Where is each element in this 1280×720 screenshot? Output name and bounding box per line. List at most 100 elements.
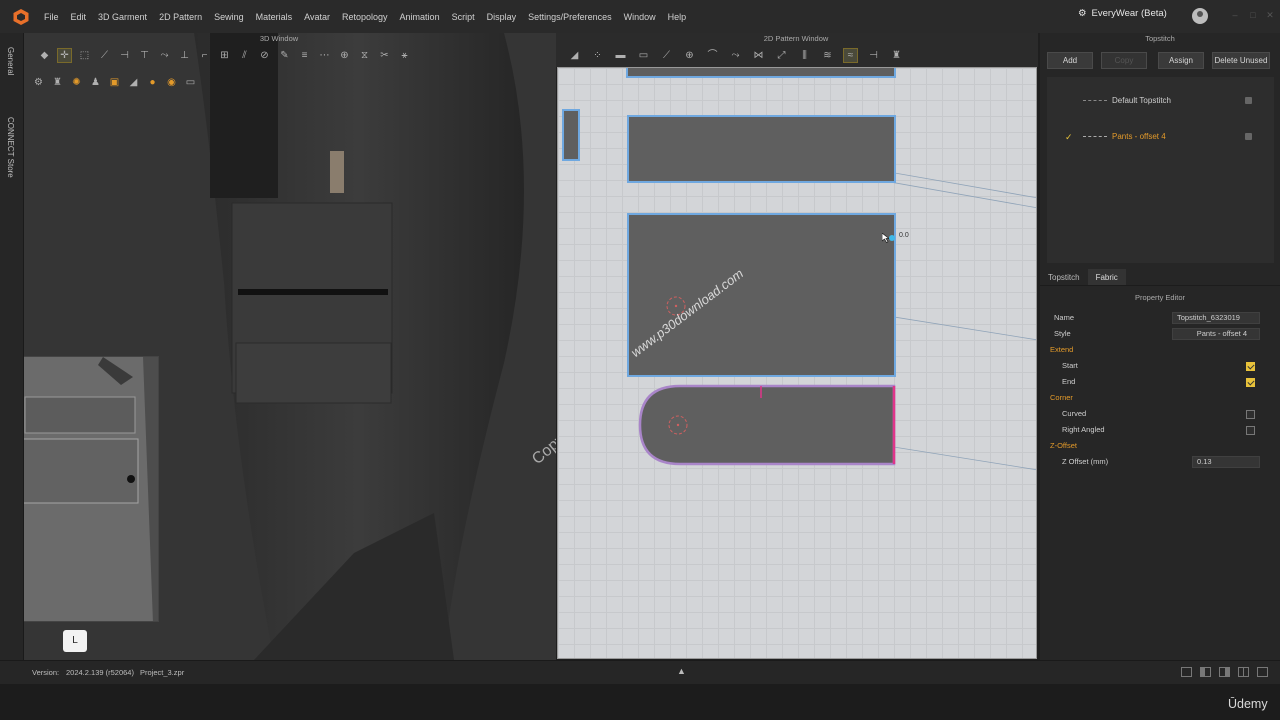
scissor-tool-icon[interactable]: ✂ (378, 49, 391, 62)
menu-item-retopology[interactable]: Retopology (336, 12, 394, 22)
lock-icon[interactable] (1245, 97, 1252, 104)
2d-pattern-canvas[interactable]: www.p30download.com 0.0 (557, 67, 1037, 659)
copy-button[interactable]: Copy (1101, 52, 1147, 69)
seam-tool-icon[interactable]: ⊘ (258, 49, 271, 62)
curved-checkbox[interactable] (1246, 410, 1255, 419)
select-tool-icon[interactable]: ◆ (38, 49, 51, 62)
topstitch-tool-icon[interactable]: ⋯ (318, 49, 331, 62)
tack-tool-icon[interactable]: ⊤ (138, 49, 151, 62)
tab-fabric[interactable]: Fabric (1087, 269, 1126, 285)
layout-custom-icon[interactable] (1257, 667, 1268, 677)
minimize-icon[interactable]: – (1230, 10, 1240, 20)
pin-tool-icon[interactable]: ⊣ (118, 49, 131, 62)
garment-2d-icon[interactable]: ♜ (890, 49, 903, 62)
segment-sewing-icon[interactable]: ⋈ (752, 49, 765, 62)
layout-split-right-icon[interactable] (1219, 667, 1230, 677)
lock-icon[interactable] (1245, 133, 1252, 140)
right-angled-checkbox[interactable] (1246, 426, 1255, 435)
menu-item-avatar[interactable]: Avatar (298, 12, 336, 22)
menu-item-file[interactable]: File (38, 12, 65, 22)
menu-item-settings-preferences[interactable]: Settings/Preferences (522, 12, 618, 22)
segment-topstitch-icon[interactable]: ≈ (843, 48, 858, 63)
light-icon[interactable]: ● (146, 76, 159, 89)
menu-item-2d-pattern[interactable]: 2D Pattern (153, 12, 208, 22)
snapshot-icon[interactable]: ▭ (184, 76, 197, 89)
name-field[interactable]: Topstitch_6323019 (1172, 312, 1260, 324)
garment-icon[interactable]: ♜ (51, 76, 64, 89)
pattern-piece-small[interactable] (562, 109, 580, 161)
edit-point-icon[interactable]: ⁘ (591, 49, 604, 62)
clo-logo-icon[interactable] (12, 8, 30, 26)
menu-item-script[interactable]: Script (446, 12, 481, 22)
add-button[interactable]: Add (1047, 52, 1093, 69)
arrange-tool-icon[interactable]: ⤳ (158, 49, 171, 62)
maximize-icon[interactable]: □ (1248, 10, 1258, 20)
list-item[interactable]: Default Topstitch (1047, 94, 1274, 108)
grid-tool-icon[interactable]: ⊞ (218, 49, 231, 62)
pick-tool-icon[interactable]: ⚹ (398, 49, 411, 62)
pattern-piece-rounded[interactable] (638, 384, 898, 468)
polygon-icon[interactable]: ▬ (614, 49, 627, 62)
menu-item-3d-garment[interactable]: 3D Garment (92, 12, 153, 22)
start-checkbox[interactable] (1246, 362, 1255, 371)
ruler-tool-icon[interactable]: ⌐ (198, 49, 211, 62)
move-tool-icon[interactable]: ✛ (57, 48, 72, 63)
stack-tool-icon[interactable]: ≡ (298, 49, 311, 62)
layout-split-icon[interactable] (1200, 667, 1211, 677)
box-select-icon[interactable]: ⬚ (78, 49, 91, 62)
user-avatar[interactable] (1192, 8, 1208, 24)
render-icon[interactable]: ◉ (165, 76, 178, 89)
physics-icon[interactable]: ✺ (70, 76, 83, 89)
expand-up-icon[interactable]: ▲ (677, 666, 686, 676)
extend-section[interactable]: Extend (1040, 343, 1280, 357)
workspace-selector[interactable]: ⚙ EveryWear (Beta) (1078, 8, 1167, 19)
rectangle-icon[interactable]: ▭ (637, 49, 650, 62)
delete-unused-button[interactable]: Delete Unused (1212, 52, 1270, 69)
puckering-icon[interactable]: ⊣ (867, 49, 880, 62)
menu-item-help[interactable]: Help (662, 12, 693, 22)
dart-icon[interactable]: ⊕ (683, 49, 696, 62)
tab-general[interactable]: General (6, 47, 15, 75)
menu-item-materials[interactable]: Materials (250, 12, 299, 22)
pattern-piece-top[interactable] (626, 68, 896, 78)
menu-item-animation[interactable]: Animation (394, 12, 446, 22)
trace-icon[interactable]: ⌒ (706, 49, 719, 62)
tab-connect-store[interactable]: CONNECT Store (6, 117, 15, 178)
menu-item-sewing[interactable]: Sewing (208, 12, 250, 22)
measure-tool-icon[interactable]: ⊥ (178, 49, 191, 62)
3d-window[interactable]: 3D Window ◆ ✛ ⬚ ⟋ ⊣ ⊤ ⤳ ⊥ ⌐ ⊞ ⫽ ⊘ ✎ ≡ ⋯ … (24, 33, 556, 660)
internal-line-icon[interactable]: ⟋ (660, 49, 673, 62)
menu-item-display[interactable]: Display (481, 12, 523, 22)
zoffset-section[interactable]: Z-Offset (1040, 439, 1280, 453)
topstitch-icon[interactable]: ⫼ (798, 49, 811, 62)
edit-tool-icon[interactable]: ✎ (278, 49, 291, 62)
menu-item-window[interactable]: Window (618, 12, 662, 22)
l-button[interactable]: L (63, 630, 87, 652)
layout-quad-icon[interactable] (1238, 667, 1249, 677)
button-tool-icon[interactable]: ⊕ (338, 49, 351, 62)
fabric-icon[interactable]: ▣ (108, 76, 121, 89)
assign-button[interactable]: Assign (1158, 52, 1204, 69)
close-icon[interactable]: ✕ (1265, 10, 1275, 20)
hanger-icon[interactable]: ◢ (127, 76, 140, 89)
style-dropdown[interactable]: Pants - offset 4 (1172, 328, 1260, 340)
fold-tool-icon[interactable]: ⟋ (98, 49, 111, 62)
menu-item-edit[interactable]: Edit (65, 12, 93, 22)
sewing-icon[interactable]: ⤳ (729, 49, 742, 62)
free-topstitch-icon[interactable]: ≋ (821, 49, 834, 62)
free-sewing-icon[interactable]: ⤢ (775, 49, 788, 62)
end-checkbox[interactable] (1246, 378, 1255, 387)
zoffset-field[interactable]: 0.13 (1192, 456, 1260, 468)
corner-section[interactable]: Corner (1040, 391, 1280, 405)
stitch-tool-icon[interactable]: ⫽ (238, 49, 251, 62)
pattern-piece-flap[interactable] (627, 115, 896, 183)
tab-topstitch[interactable]: Topstitch (1040, 269, 1088, 285)
avatar-icon[interactable]: ♟ (89, 76, 102, 89)
simulate-icon[interactable]: ⚙ (32, 76, 45, 89)
transform-icon[interactable]: ◢ (568, 49, 581, 62)
zipper-tool-icon[interactable]: ⧖ (358, 49, 371, 62)
topstitch-list: Default Topstitch ✓ Pants - offset 4 (1047, 77, 1274, 263)
layout-single-icon[interactable] (1181, 667, 1192, 677)
selected-point-icon[interactable] (889, 235, 895, 241)
list-item[interactable]: ✓ Pants - offset 4 (1047, 130, 1274, 144)
